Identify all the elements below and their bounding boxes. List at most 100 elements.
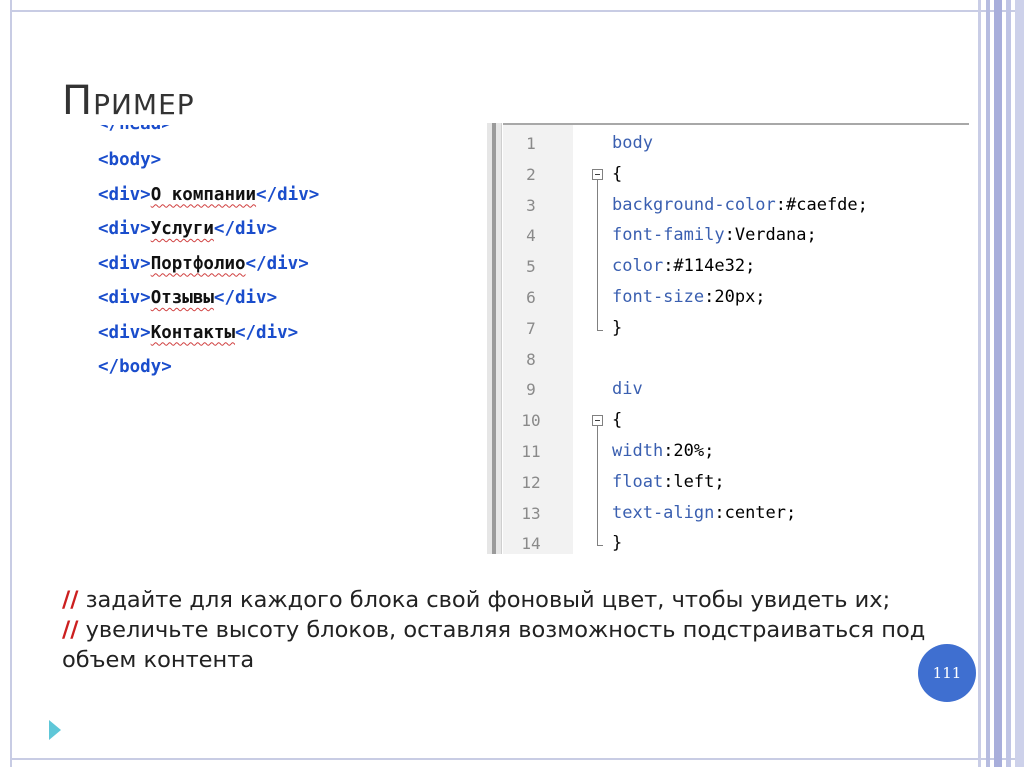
page-number-badge: 111 [918,644,976,702]
css-property: body [612,133,653,153]
css-property: float [612,471,664,492]
line-number: 7 [526,318,536,338]
code-text: { [612,164,622,184]
fold-guide-line [597,436,598,467]
css-property: font-size [612,287,705,307]
css-value: { [612,163,623,184]
html-tag-close: </div> [213,288,278,308]
html-code-line: <div>Контакты</div> [98,316,319,351]
css-property: text-align [612,502,715,523]
css-value: :center; [714,502,797,523]
css-property: background-color [612,194,776,215]
editor-line: 7} [487,312,969,344]
comment-marker: // [62,617,79,643]
html-code-line: <div>Услуги</div> [98,212,319,247]
fold-guide-line [597,251,598,283]
slide-border-left [10,0,12,767]
line-number: 6 [526,288,536,307]
line-number: 2 [526,164,536,184]
editor-line: 2{ [487,159,969,191]
editor-line: 9 div [487,374,969,405]
fold-collapse-icon[interactable] [592,415,603,427]
html-tag-open: <div> [98,184,151,205]
css-code-editor: 1 body 2{3 background-color:#caefde; 4 font-f… [487,123,969,554]
html-tag-open: <div> [98,219,151,239]
css-value: :#caefde; [775,194,868,215]
fold-end-mark [597,329,603,331]
html-code-line: <body> [98,143,319,178]
html-tag-close: </div> [234,322,299,343]
css-property: div [612,379,643,400]
fold-guide-line [597,220,598,252]
line-number: 9 [526,380,536,400]
slide-border-bottom [12,758,1024,760]
html-tag-close: </div> [245,253,309,274]
code-text: font-size:20px; [612,287,766,307]
html-tag-open: </body> [98,357,172,377]
line-number: 5 [526,257,536,277]
css-value: } [612,317,623,338]
line-number: 10 [521,411,541,431]
html-tag-open: <div> [98,253,151,274]
editor-line: 11 width:20%; [487,436,969,467]
css-value: :20px; [704,287,766,307]
html-text-content: Контакты [150,322,235,343]
fold-guide-line [597,282,598,313]
page-title: Пример [62,78,195,124]
css-value: } [612,533,623,554]
line-number: 11 [521,442,541,461]
line-number: 8 [526,349,536,369]
html-code-line: <div>О компании</div> [98,178,319,213]
html-text-content: О компании [150,184,257,205]
fold-guide-line [597,189,598,221]
slide-border-top [12,10,1024,12]
editor-line: 10 { [487,405,969,438]
task-item: // задайте для каждого блока свой фоновы… [62,585,942,615]
slide-side-stripes [978,0,1024,767]
html-tag-close: </div> [256,184,320,205]
code-text: body [612,133,653,153]
html-text-content: Портфолио [150,253,246,274]
fold-guide-line [597,312,598,330]
line-number: 4 [526,226,536,246]
html-text-content: Отзывы [150,288,214,308]
task-item: // увеличьте высоту блоков, оставляя воз… [62,615,942,675]
css-value: :left; [663,471,725,492]
html-code-line: <div>Отзывы</div> [98,281,319,316]
html-code-line: <div>Портфолио</div> [98,247,319,282]
css-value: :#114e32; [663,256,756,277]
editor-line: 12 float:left; [487,466,969,498]
line-number: 3 [526,195,536,215]
html-code-partial-line: </head> [98,125,319,143]
html-code-block: </head><body><div>О компании</div><div>У… [98,125,319,385]
css-property: font-family [612,225,725,246]
code-text: background-color:#caefde; [612,195,868,215]
line-number: 12 [521,472,541,492]
editor-line: 8 [487,344,969,375]
line-number: 1 [526,134,536,153]
editor-top-rule [503,123,969,125]
code-text: float:left; [612,472,725,492]
code-text: font-family:Verdana; [612,225,817,245]
css-value: :Verdana; [724,225,817,246]
editor-line: 3 background-color:#caefde; [487,189,969,221]
css-property: color [612,256,664,277]
task-text: увеличьте высоту блоков, оставляя возмож… [62,617,926,673]
css-value: { [612,410,623,431]
code-text: color:#114e32; [612,256,755,276]
code-text: text-align:center; [612,503,796,523]
line-number: 13 [521,503,541,523]
editor-line: 13 text-align:center; [487,497,969,529]
editor-line: 4 font-family:Verdana; [487,220,969,252]
fold-end-mark [597,545,603,547]
html-tag-open: <div> [98,322,151,343]
code-text: } [612,533,622,553]
fold-guide-line [597,497,598,529]
fold-collapse-icon[interactable] [592,168,603,180]
editor-line: 14} [487,528,969,554]
html-tag-close: </div> [213,219,278,239]
html-tag-open: <div> [98,288,151,308]
css-value: :20%; [663,441,715,461]
html-code-line: </body> [98,350,319,385]
fold-guide-line [597,528,598,546]
